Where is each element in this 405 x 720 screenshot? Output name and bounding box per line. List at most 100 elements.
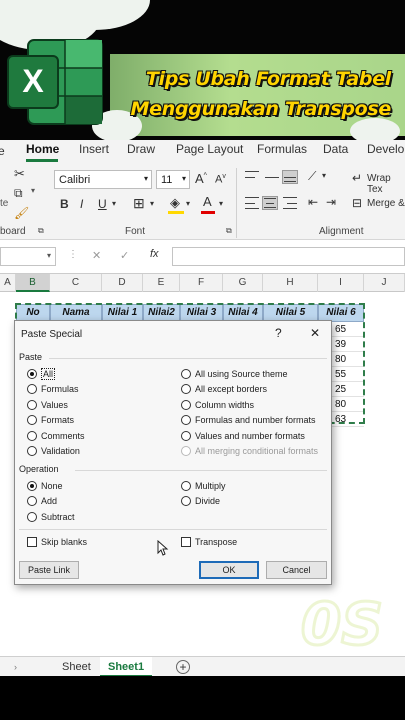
scroll-tabs-icon[interactable]: › [14, 657, 17, 677]
chevron-down-icon[interactable]: ▾ [112, 199, 116, 208]
operation-multiply[interactable]: Multiply [181, 480, 226, 492]
confirm-entry-icon[interactable]: ✓ [120, 249, 129, 262]
clipboard-launcher-icon[interactable]: ⧉ [38, 226, 44, 236]
column-header-b[interactable]: B [16, 274, 50, 292]
increase-indent-icon[interactable]: ⇥ [326, 195, 336, 209]
bold-button[interactable]: B [60, 197, 69, 211]
merge-icon[interactable]: ⊟ [352, 196, 362, 210]
tab-page-layout[interactable]: Page Layout [176, 142, 243, 156]
column-header-e[interactable]: E [143, 274, 180, 292]
logo-letter: X [22, 63, 44, 99]
paste-option-values[interactable]: Values [27, 399, 68, 411]
paste-option-column-widths[interactable]: Column widths [181, 399, 254, 411]
chevron-down-icon[interactable]: ▾ [150, 199, 154, 208]
alignment-group-label: Alignment [319, 226, 364, 237]
close-icon[interactable]: ✕ [310, 326, 320, 340]
align-middle-icon[interactable] [264, 170, 280, 184]
tab-formulas[interactable]: Formulas [257, 142, 307, 156]
operation-divide[interactable]: Divide [181, 495, 220, 507]
column-header-j[interactable]: J [364, 274, 405, 292]
help-icon[interactable]: ? [275, 326, 282, 340]
column-header-a[interactable]: A [0, 274, 16, 292]
column-header-c[interactable]: C [50, 274, 102, 292]
tab-insert[interactable]: Insert [79, 142, 109, 156]
formula-input[interactable] [172, 247, 405, 266]
add-sheet-button[interactable]: + [176, 660, 190, 674]
tab-data[interactable]: Data [323, 142, 348, 156]
bottom-letterbox [0, 676, 405, 720]
tab-file-edge[interactable]: e [0, 144, 5, 158]
skip-blanks-checkbox[interactable]: Skip blanks [27, 536, 87, 548]
copy-dropdown-icon[interactable]: ▾ [31, 186, 35, 195]
section-divider [49, 358, 327, 359]
paste-option-except-borders[interactable]: All except borders [181, 383, 267, 395]
chevron-down-icon[interactable]: ▾ [186, 199, 190, 208]
paste-edge[interactable]: te [0, 198, 8, 209]
tab-developer[interactable]: Develop [367, 142, 405, 156]
paste-option-values-number-formats[interactable]: Values and number formats [181, 430, 305, 442]
paste-option-validation[interactable]: Validation [27, 445, 80, 457]
name-box[interactable]: ▾ [0, 247, 56, 266]
column-header-f[interactable]: F [180, 274, 223, 292]
copy-icon[interactable]: ⧉ [14, 186, 23, 201]
align-top-icon[interactable] [244, 170, 260, 184]
font-launcher-icon[interactable]: ⧉ [226, 226, 232, 236]
font-color-icon[interactable]: A [203, 194, 212, 209]
orientation-icon[interactable]: ⟋ [308, 169, 316, 184]
italic-button[interactable]: I [80, 197, 83, 211]
column-header-g[interactable]: G [223, 274, 263, 292]
column-header-h[interactable]: H [263, 274, 318, 292]
cancel-entry-icon[interactable]: ✕ [92, 249, 101, 262]
align-center-icon[interactable] [262, 196, 278, 210]
font-name-select[interactable]: Calibri ▾ [54, 170, 152, 189]
cancel-button[interactable]: Cancel [266, 561, 327, 579]
chevron-down-icon: ▾ [46, 251, 51, 260]
operation-subtract[interactable]: Subtract [27, 511, 75, 523]
underline-button[interactable]: U [98, 197, 107, 211]
column-header-d[interactable]: D [102, 274, 143, 292]
operation-none[interactable]: None [27, 480, 63, 492]
paste-link-button[interactable]: Paste Link [19, 561, 79, 579]
paste-option-all[interactable]: All [27, 368, 56, 380]
active-tab-indicator [26, 159, 58, 162]
wrap-text-icon[interactable]: ↵ [352, 171, 362, 185]
format-painter-icon[interactable]: 🖌 [14, 206, 29, 220]
font-group-label: Font [125, 226, 146, 237]
align-right-icon[interactable] [282, 196, 298, 210]
shrink-font-button[interactable]: Av [215, 173, 226, 186]
paste-option-formulas[interactable]: Formulas [27, 383, 79, 395]
sheet-tab[interactable]: Sheet [62, 657, 91, 677]
merge-button[interactable]: Merge & [367, 198, 405, 209]
paste-option-formulas-number-formats[interactable]: Formulas and number formats [181, 414, 316, 426]
channel-watermark: 0S [299, 589, 384, 655]
sheet-tab-active[interactable]: Sheet1 [100, 657, 153, 677]
operation-add[interactable]: Add [27, 495, 57, 507]
grow-font-button[interactable]: A^ [195, 171, 207, 186]
chevron-down-icon: ▾ [143, 174, 148, 183]
borders-icon[interactable]: ⊞ [133, 195, 145, 212]
paste-option-merging-conditional: All merging conditional formats [181, 445, 318, 457]
tab-draw[interactable]: Draw [127, 142, 155, 156]
align-left-icon[interactable] [244, 196, 260, 210]
column-header-i[interactable]: I [318, 274, 364, 292]
align-bottom-icon[interactable] [282, 170, 298, 184]
insert-function-icon[interactable]: fx [150, 248, 159, 260]
paste-option-comments[interactable]: Comments [27, 430, 85, 442]
ok-button[interactable]: OK [199, 561, 259, 579]
font-color-swatch [201, 211, 215, 214]
wrap-text-button[interactable]: Wrap Tex [367, 173, 405, 195]
decrease-indent-icon[interactable]: ⇤ [308, 195, 318, 209]
dialog-title: Paste Special [21, 329, 83, 340]
paste-option-formats[interactable]: Formats [27, 414, 74, 426]
font-size-select[interactable]: 11 ▾ [156, 170, 190, 189]
fill-color-icon[interactable]: ◈ [170, 195, 180, 211]
fill-color-swatch [168, 211, 184, 214]
column-headers: A B C D E F G H I J [0, 274, 405, 292]
chevron-down-icon[interactable]: ▾ [219, 199, 223, 208]
transpose-checkbox[interactable]: Transpose [181, 536, 237, 548]
chevron-down-icon[interactable]: ▾ [322, 171, 326, 180]
paste-option-source-theme[interactable]: All using Source theme [181, 368, 288, 380]
tab-home[interactable]: Home [26, 142, 59, 156]
cut-icon[interactable]: ✂ [14, 166, 25, 182]
section-divider [19, 529, 327, 530]
